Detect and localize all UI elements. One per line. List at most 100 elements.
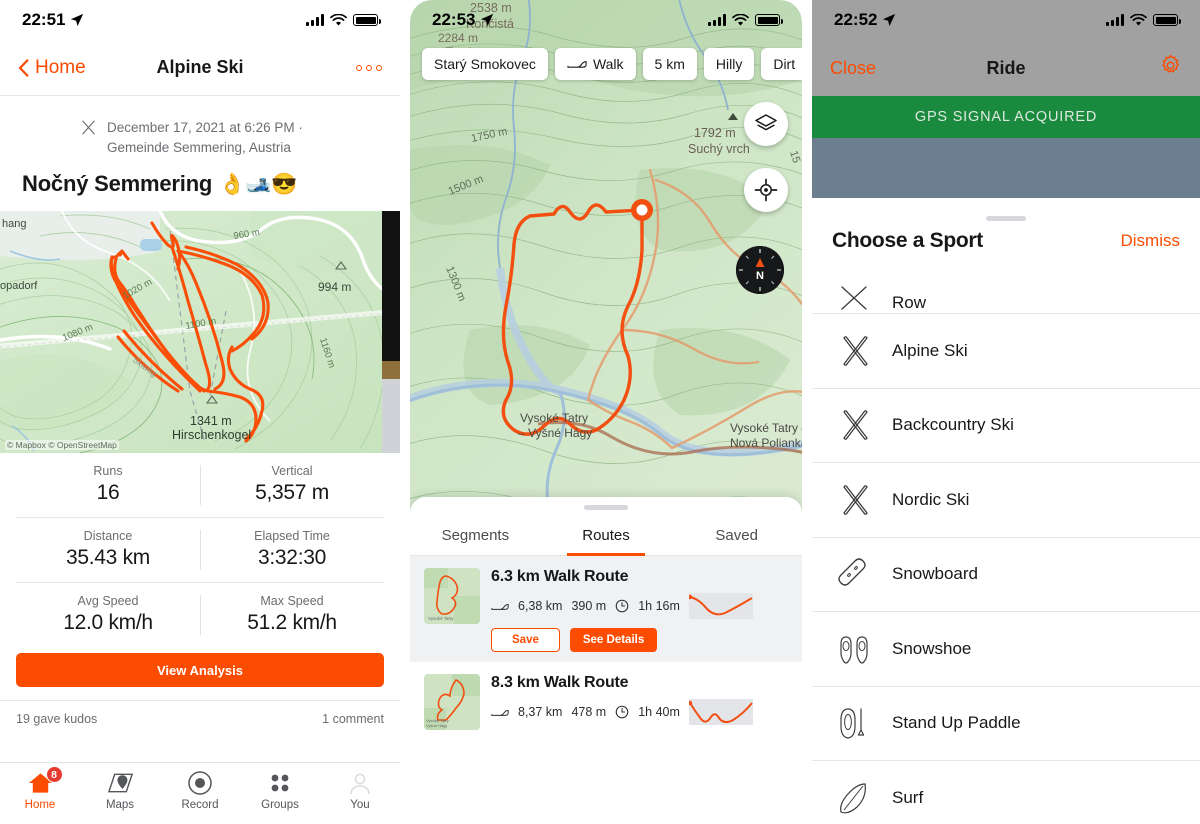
comment-count[interactable]: 1 comment	[322, 712, 384, 726]
sport-label: Surf	[892, 787, 924, 807]
groups-icon	[267, 770, 293, 796]
routes-sheet: Segments Routes Saved Vysoké Tatry 6.3 k…	[410, 497, 802, 824]
sport-item-snowshoe[interactable]: Snowshoe	[812, 611, 1200, 686]
filter-distance[interactable]: 5 km	[642, 48, 697, 80]
route-thumbnail: Vysoké Tatry	[424, 568, 480, 624]
locate-me-button[interactable]	[744, 168, 788, 212]
sport-item-snowboard[interactable]: Snowboard	[812, 536, 1200, 612]
tab-label: Groups	[261, 799, 299, 811]
status-time: 22:51	[22, 10, 66, 29]
more-options-icon[interactable]	[356, 64, 382, 71]
activity-meta-row: December 17, 2021 at 6:26 PM · Gemeinde …	[16, 118, 384, 157]
stat-row: Avg Speed 12.0 km/h Max Speed 51.2 km/h	[16, 583, 384, 647]
stat-label: Runs	[93, 464, 123, 479]
svg-text:Vysoké Tatry: Vysoké Tatry	[520, 411, 588, 425]
stat-value: 5,357 m	[255, 481, 329, 505]
stat-value: 51.2 km/h	[247, 611, 337, 635]
stat-label: Elapsed Time	[254, 529, 330, 544]
route-list-item[interactable]: Vysoké Tatry Vyšné Hágy 8.3 km Walk Rout…	[410, 662, 802, 740]
backcountry-ski-icon	[836, 408, 872, 442]
save-route-button[interactable]: Save	[491, 628, 560, 652]
sport-label: Row	[892, 293, 927, 312]
route-distance: 6,38 km	[518, 599, 563, 613]
tab-segments[interactable]: Segments	[410, 518, 541, 555]
route-meta: 8,37 km 478 m 1h 40m	[491, 699, 788, 725]
tab-record[interactable]: Record	[160, 770, 240, 811]
tab-maps[interactable]: Maps	[80, 770, 160, 811]
sport-label: Stand Up Paddle	[892, 713, 1021, 733]
map-compass[interactable]: N	[736, 246, 784, 294]
sport-label: Snowshoe	[892, 638, 972, 658]
route-time: 1h 16m	[638, 599, 680, 613]
tab-you[interactable]: You	[320, 770, 400, 811]
alpine-ski-icon	[836, 334, 872, 368]
stat-row: Distance 35.43 km Elapsed Time 3:32:30	[16, 518, 384, 584]
status-bar: 22:53	[410, 0, 802, 40]
alpine-ski-icon	[82, 120, 95, 135]
route-elevation: 390 m	[571, 599, 607, 613]
route-list-item[interactable]: Vysoké Tatry 6.3 km Walk Route 6,38 km 3…	[410, 556, 802, 662]
wifi-icon	[732, 13, 749, 25]
stat-elapsed-time: Elapsed Time 3:32:30	[200, 518, 384, 582]
filter-label: Starý Smokovec	[434, 56, 536, 72]
svg-text:1341 m: 1341 m	[190, 414, 232, 428]
stat-max-speed: Max Speed 51.2 km/h	[200, 583, 384, 647]
close-button[interactable]: Close	[830, 58, 876, 79]
surf-icon	[836, 781, 872, 815]
svg-text:994 m: 994 m	[318, 280, 351, 294]
filter-location[interactable]: Starý Smokovec	[422, 48, 548, 80]
navigation-bar: Close Ride	[812, 40, 1200, 96]
sport-item-backcountry-ski[interactable]: Backcountry Ski	[812, 387, 1200, 463]
stat-value: 3:32:30	[258, 546, 326, 570]
route-meta: 6,38 km 390 m 1h 16m	[491, 593, 788, 619]
compass-icon: N	[736, 246, 784, 294]
tab-saved[interactable]: Saved	[671, 518, 802, 555]
svg-text:Vysoké Tatry –: Vysoké Tatry –	[730, 421, 802, 435]
filter-elevation[interactable]: Hilly	[703, 48, 755, 80]
tab-label: Maps	[105, 799, 135, 811]
sport-item-row[interactable]: Row	[812, 267, 1200, 313]
filter-label: Hilly	[715, 56, 743, 72]
tab-bar: 8 Home Maps Record	[0, 762, 400, 824]
navigation-bar: Home Alpine Ski	[0, 40, 400, 96]
see-details-button[interactable]: See Details	[569, 628, 658, 652]
tab-groups[interactable]: Groups	[240, 770, 320, 811]
stat-distance: Distance 35.43 km	[16, 518, 200, 582]
activity-photo-strip[interactable]	[382, 211, 400, 454]
sheet-grabber[interactable]	[986, 216, 1026, 221]
you-icon	[347, 770, 373, 796]
sport-label: Nordic Ski	[892, 489, 970, 509]
sheet-grabber[interactable]	[584, 505, 628, 510]
stat-value: 35.43 km	[66, 546, 150, 570]
filter-activity-type[interactable]: Walk	[554, 48, 636, 80]
filter-surface[interactable]: Dirt	[761, 48, 802, 80]
location-arrow-icon	[71, 13, 84, 27]
sport-item-surf[interactable]: Surf	[812, 760, 1200, 824]
gear-icon[interactable]	[1159, 54, 1182, 82]
tab-home[interactable]: 8 Home	[0, 766, 80, 811]
status-bar-left: 22:53	[432, 10, 494, 30]
activity-map[interactable]: hang opadorf 1020 m 960 m 994 m 1080 m 1…	[0, 211, 400, 454]
map-layers-button[interactable]	[744, 102, 788, 146]
wifi-icon	[330, 13, 347, 25]
cellular-signal-icon	[306, 14, 324, 26]
view-analysis-button[interactable]: View Analysis	[16, 653, 384, 688]
filter-label: 5 km	[654, 56, 685, 72]
battery-icon	[755, 14, 783, 26]
back-button[interactable]: Home	[18, 57, 86, 79]
dismiss-button[interactable]: Dismiss	[1121, 231, 1181, 251]
choose-sport-header: Choose a Sport Dismiss	[812, 209, 1200, 267]
tab-routes[interactable]: Routes	[541, 518, 672, 556]
shoe-icon	[491, 603, 509, 610]
activity-map-canvas: hang opadorf 1020 m 960 m 994 m 1080 m 1…	[0, 211, 400, 454]
status-time: 22:52	[834, 10, 878, 29]
stat-value: 16	[96, 481, 120, 505]
sport-label: Snowboard	[892, 564, 979, 584]
svg-text:N: N	[756, 270, 764, 282]
sport-item-alpine-ski[interactable]: Alpine Ski	[812, 313, 1200, 388]
kudos-count[interactable]: 19 gave kudos	[16, 712, 97, 726]
route-thumbnail-map: Vysoké Tatry	[424, 568, 480, 624]
sport-label: Alpine Ski	[892, 340, 968, 360]
sport-item-nordic-ski[interactable]: Nordic Ski	[812, 462, 1200, 537]
sport-item-stand-up-paddle[interactable]: Stand Up Paddle	[812, 685, 1200, 761]
